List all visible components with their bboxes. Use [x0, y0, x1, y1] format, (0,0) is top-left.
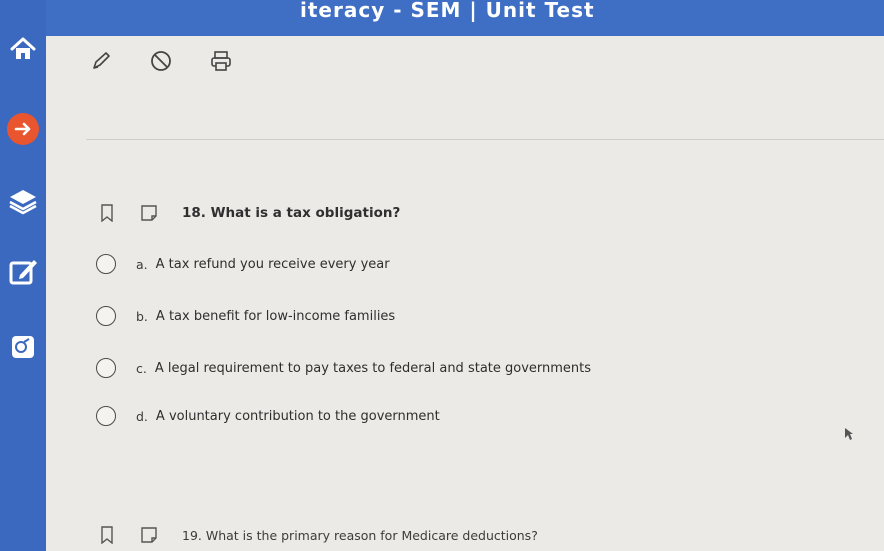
- radio-button[interactable]: [96, 406, 116, 426]
- answer-option-b[interactable]: b. A tax benefit for low-income families: [96, 306, 395, 326]
- answer-option-a[interactable]: a. A tax refund you receive every year: [96, 254, 390, 274]
- pencil-tool[interactable]: [88, 50, 114, 76]
- top-bar: iteracy - SEM | Unit Test: [0, 0, 884, 36]
- toolbar-divider: [86, 139, 884, 140]
- sidebar-item-edit[interactable]: [0, 248, 46, 294]
- sidebar-item-home[interactable]: [0, 26, 46, 72]
- sidebar: [0, 0, 46, 551]
- sidebar-item-next[interactable]: [0, 106, 46, 152]
- pencil-icon: [90, 50, 112, 76]
- note-icon[interactable]: [140, 204, 158, 222]
- print-tool[interactable]: [208, 50, 234, 76]
- option-text: A voluntary contribution to the governme…: [155, 408, 440, 424]
- bookmark-icon[interactable]: [98, 204, 116, 222]
- note-icon[interactable]: [140, 526, 158, 544]
- main-content: 18. What is a tax obligation? a. A tax r…: [46, 36, 884, 551]
- page-title: iteracy - SEM | Unit Test: [300, 0, 595, 22]
- option-text: A tax refund you receive every year: [155, 256, 390, 272]
- radio-button[interactable]: [96, 306, 116, 326]
- radio-button[interactable]: [96, 358, 116, 378]
- radio-button[interactable]: [96, 254, 116, 274]
- question-19: 19. What is the primary reason for Medic…: [98, 526, 538, 544]
- sidebar-item-calculator[interactable]: [0, 324, 46, 370]
- option-letter: d.: [136, 408, 148, 424]
- layers-icon: [7, 186, 39, 216]
- eliminate-tool[interactable]: [148, 50, 174, 76]
- option-letter: b.: [136, 308, 148, 324]
- option-letter: c.: [136, 360, 147, 376]
- sidebar-item-layers[interactable]: [0, 178, 46, 224]
- home-icon: [8, 34, 38, 64]
- option-text: A legal requirement to pay taxes to fede…: [154, 360, 592, 376]
- calculator-icon: [9, 333, 37, 361]
- bookmark-icon[interactable]: [98, 526, 116, 544]
- mouse-cursor-icon: [844, 426, 854, 440]
- eliminate-icon: [149, 49, 173, 77]
- question-text: 19. What is the primary reason for Medic…: [182, 527, 538, 543]
- print-icon: [209, 49, 233, 77]
- arrow-right-icon: [6, 112, 40, 146]
- option-text: A tax benefit for low-income families: [155, 308, 396, 324]
- question-text: 18. What is a tax obligation?: [182, 205, 401, 221]
- option-letter: a.: [136, 256, 148, 272]
- edit-icon: [7, 255, 39, 287]
- answer-option-c[interactable]: c. A legal requirement to pay taxes to f…: [96, 358, 591, 378]
- question-18: 18. What is a tax obligation?: [98, 204, 400, 222]
- answer-option-d[interactable]: d. A voluntary contribution to the gover…: [96, 406, 440, 426]
